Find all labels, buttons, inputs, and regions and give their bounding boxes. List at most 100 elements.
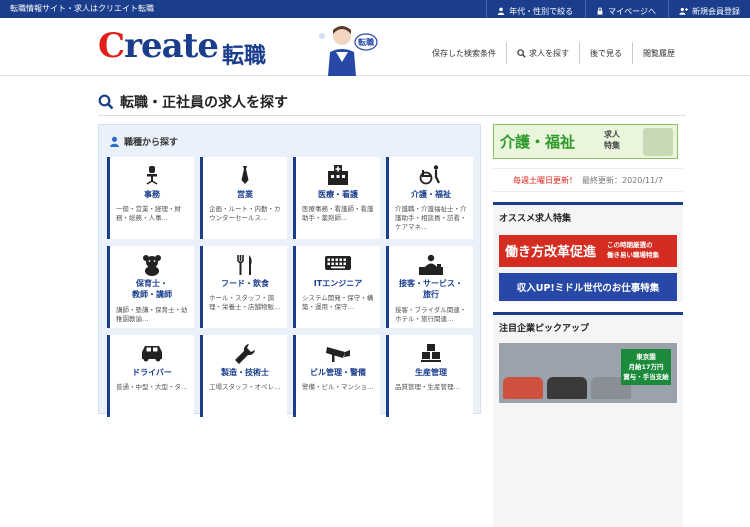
category-name: フード・飲食 bbox=[221, 279, 269, 288]
logo-text: reate bbox=[124, 26, 219, 66]
category-desc: システム開発・保守・構築・運用・保守… bbox=[302, 294, 374, 311]
category-card-production[interactable]: 生産管理 品質管理・生産管理… bbox=[386, 335, 473, 417]
saved-search-link[interactable]: 保存した検索条件 bbox=[422, 42, 506, 64]
featured-title: オススメ求人特集 bbox=[499, 214, 572, 224]
keyboard-icon bbox=[325, 256, 351, 270]
category-desc: 普通・中型・大型・タ… bbox=[116, 383, 188, 391]
user-icon bbox=[110, 136, 119, 147]
category-desc: 医療事務・看護師・看護助手・薬剤師… bbox=[302, 205, 374, 222]
company-pickup-section: 注目企業ピックアップ 東京園 月給17万円 賞与・手当支給 bbox=[493, 312, 683, 527]
wrench-icon bbox=[235, 344, 255, 364]
reform-banner-sub: この時期厳選の 働き易い職場特集 bbox=[607, 241, 659, 259]
category-name: 保育士・ 教師・講師 bbox=[132, 279, 172, 299]
find-jobs-label: 求人を探す bbox=[529, 48, 569, 58]
category-name: ITエンジニア bbox=[313, 279, 363, 288]
watch-later-link[interactable]: 後で見る bbox=[579, 42, 632, 64]
category-name: 接客・サービス・ 旅行 bbox=[399, 279, 463, 299]
category-desc: 警備・ビル・マンショ… bbox=[302, 383, 374, 391]
income-up-banner[interactable]: 収入UP!ミドル世代のお仕事特集 bbox=[499, 273, 677, 301]
banner-photo bbox=[643, 128, 673, 156]
hospital-icon bbox=[328, 165, 348, 185]
site-logo[interactable]: Create bbox=[98, 26, 219, 66]
search-icon bbox=[98, 94, 114, 110]
work-style-reform-banner[interactable]: 働き方改革促進 この時期厳選の 働き易い職場特集 bbox=[499, 235, 677, 267]
category-desc: ホール・スタッフ・調理・栄養士・店舗物販… bbox=[209, 294, 281, 311]
car-image bbox=[547, 377, 587, 399]
company-photo[interactable]: 東京園 月給17万円 賞与・手当支給 bbox=[499, 343, 677, 403]
find-jobs-link[interactable]: 求人を探す bbox=[506, 42, 579, 64]
company-sign: 東京園 月給17万円 賞与・手当支給 bbox=[621, 349, 671, 385]
category-name: 事務 bbox=[144, 190, 160, 199]
reception-icon bbox=[419, 254, 443, 275]
category-desc: 工場スタッフ・オペレ… bbox=[209, 383, 281, 391]
category-name: 営業 bbox=[237, 190, 253, 199]
page-title: 転職・正社員の求人を探す bbox=[120, 95, 288, 111]
job-category-panel: 職種から探す 事務 一般・営業・経理・財務・総務・人事… 営業 企画・ルート・内… bbox=[98, 124, 481, 417]
category-card-food[interactable]: フード・飲食 ホール・スタッフ・調理・栄養士・店舗物販… bbox=[200, 246, 287, 328]
category-card-service[interactable]: 接客・サービス・ 旅行 接客・ブライダル関連・ホテル・旅行関連… bbox=[386, 246, 473, 328]
car-icon bbox=[142, 346, 162, 362]
filter-age-gender-label: 年代・性別で絞る bbox=[509, 6, 574, 16]
user-plus-icon bbox=[679, 7, 688, 15]
register-label: 新規会員登録 bbox=[692, 6, 740, 16]
saved-search-label: 保存した検索条件 bbox=[432, 48, 496, 58]
update-info: 毎週土曜日更新！ 最終更新：2020/11/7 bbox=[493, 168, 683, 192]
category-desc: 一般・営業・経理・財務・総務・人事… bbox=[116, 205, 181, 222]
care-welfare-banner[interactable]: 介護・福祉 求人 特集 bbox=[493, 124, 678, 159]
category-card-it[interactable]: ITエンジニア システム開発・保守・構築・運用・保守… bbox=[293, 246, 380, 328]
category-name: ビル管理・警備 bbox=[310, 368, 366, 377]
person-icon bbox=[497, 7, 505, 15]
site-tagline: 転職情報サイト・求人はクリエイト転職 bbox=[10, 4, 154, 13]
mypage-label: マイページへ bbox=[608, 6, 656, 16]
office-chair-icon bbox=[146, 166, 158, 185]
update-label: 毎週土曜日更新！ bbox=[512, 175, 577, 185]
search-icon bbox=[517, 48, 526, 58]
teddy-bear-icon bbox=[143, 255, 161, 276]
category-desc: 品質管理・生産管理… bbox=[395, 383, 460, 391]
wheelchair-icon bbox=[419, 165, 440, 185]
companies-title: 注目企業ピックアップ bbox=[499, 324, 590, 334]
mascot-image: 転職 bbox=[319, 26, 378, 76]
reform-banner-main: 働き方改革促進 bbox=[505, 245, 597, 260]
category-card-sales[interactable]: 営業 企画・ルート・内勤・カウンターセールス… bbox=[200, 157, 287, 239]
history-link[interactable]: 閲覧履歴 bbox=[632, 42, 685, 64]
panel-title: 職種から探す bbox=[109, 135, 178, 148]
care-banner-sub: 求人 特集 bbox=[604, 130, 620, 150]
income-banner-label: 収入UP!ミドル世代のお仕事特集 bbox=[516, 283, 660, 294]
cctv-camera-icon bbox=[326, 347, 350, 362]
lock-icon bbox=[597, 7, 603, 15]
category-grid: 事務 一般・営業・経理・財務・総務・人事… 営業 企画・ルート・内勤・カウンター… bbox=[107, 157, 477, 417]
category-name: ドライバー bbox=[132, 368, 172, 377]
history-label: 閲覧履歴 bbox=[643, 48, 675, 58]
fork-knife-icon bbox=[237, 255, 252, 275]
site-header: Create 転職 転職 保存した検索条件 求人を探す 後で見る 閲覧履歴 bbox=[0, 18, 750, 76]
category-card-medical[interactable]: 医療・看護 医療事務・看護師・看護助手・薬剤師… bbox=[293, 157, 380, 239]
watch-later-label: 後で見る bbox=[590, 48, 622, 58]
category-desc: 介護職・介護福祉士・介護助手・相談員・訪看・ケアマネ… bbox=[395, 205, 467, 231]
panel-title-label: 職種から探す bbox=[124, 138, 179, 148]
category-card-building[interactable]: ビル管理・警備 警備・ビル・マンショ… bbox=[293, 335, 380, 417]
necktie-icon bbox=[241, 166, 249, 184]
category-card-care[interactable]: 介護・福祉 介護職・介護福祉士・介護助手・相談員・訪看・ケアマネ… bbox=[386, 157, 473, 239]
mascot-badge: 転職 bbox=[358, 37, 374, 47]
featured-section: オススメ求人特集 働き方改革促進 この時期厳選の 働き易い職場特集 収入UP!ミ… bbox=[493, 202, 683, 302]
category-desc: 接客・ブライダル関連・ホテル・旅行関連… bbox=[395, 306, 467, 323]
update-date: 最終更新：2020/11/7 bbox=[581, 175, 664, 185]
category-card-driver[interactable]: ドライバー 普通・中型・大型・タ… bbox=[107, 335, 194, 417]
category-card-manufacturing[interactable]: 製造・技術士 工場スタッフ・オペレ… bbox=[200, 335, 287, 417]
boxes-icon bbox=[421, 344, 441, 362]
divider bbox=[98, 115, 686, 116]
category-name: 介護・福祉 bbox=[411, 190, 451, 199]
category-name: 医療・看護 bbox=[318, 190, 358, 199]
category-desc: 講師・塾講・保育士・幼稚園教諭… bbox=[116, 306, 188, 323]
care-banner-main: 介護・福祉 bbox=[500, 133, 576, 151]
category-name: 製造・技術士 bbox=[221, 368, 269, 377]
category-card-education[interactable]: 保育士・ 教師・講師 講師・塾講・保育士・幼稚園教諭… bbox=[107, 246, 194, 328]
logo-subtitle: 転職 bbox=[222, 44, 267, 69]
header-nav: 保存した検索条件 求人を探す 後で見る 閲覧履歴 bbox=[422, 42, 685, 64]
category-desc: 企画・ルート・内勤・カウンターセールス… bbox=[209, 205, 281, 222]
category-card-office[interactable]: 事務 一般・営業・経理・財務・総務・人事… bbox=[107, 157, 194, 239]
page-heading: 転職・正社員の求人を探す bbox=[98, 92, 288, 112]
car-image bbox=[503, 377, 543, 399]
category-name: 生産管理 bbox=[415, 368, 447, 377]
